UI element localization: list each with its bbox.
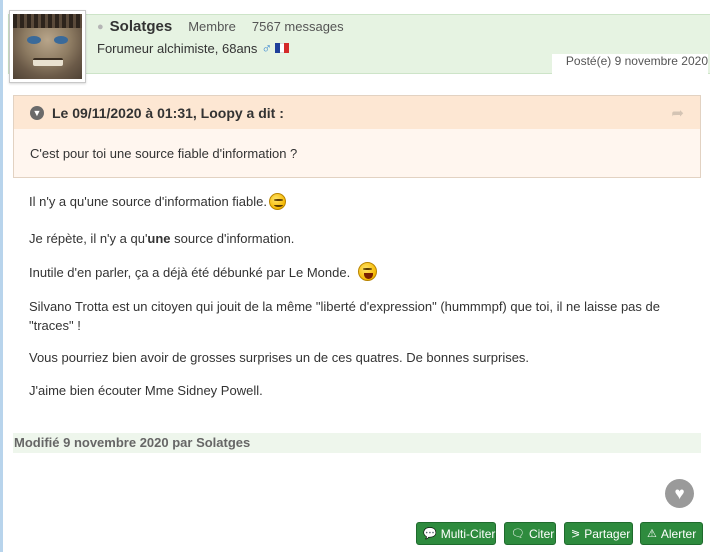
share-icon: ⪖ <box>571 528 581 540</box>
share-arrow-icon[interactable]: ➦ <box>671 104 684 122</box>
paragraph-4: Silvano Trotta est un citoyen qui jouit … <box>29 299 660 333</box>
report-label: Alerter <box>660 526 697 541</box>
report-button[interactable]: ⚠ Alerter <box>640 522 703 545</box>
avatar-eye-left <box>27 36 41 44</box>
user-subtitle: Forumeur alchimiste, 68ans <box>97 40 258 56</box>
chevron-down-icon[interactable]: ▼ <box>30 105 44 120</box>
avatar-hair <box>13 14 82 28</box>
paragraph-3-text: Inutile d'en parler, ça a déjà été débun… <box>29 265 351 280</box>
quote-header: ▼ Le 09/11/2020 à 01:31, Loopy a dit : ➦ <box>14 96 700 129</box>
post-actions: 💬 Multi-Citer 🗨 Citer ⪖ Partager ⚠ Alert… <box>0 522 710 546</box>
quote-text: C'est pour toi une source fiable d'infor… <box>30 146 298 161</box>
share-button[interactable]: ⪖ Partager <box>564 522 633 545</box>
paragraph-6: J'aime bien écouter Mme Sidney Powell. <box>29 383 263 398</box>
paragraph-1-text: Il n'y a qu'une source d'information fia… <box>29 194 267 209</box>
quote-label: Citer <box>528 526 555 541</box>
heart-icon[interactable]: ♥ <box>665 479 694 508</box>
user-subtitle-line: Forumeur alchimiste, 68ans ♂ <box>97 40 289 56</box>
laughing-emoji-icon <box>358 262 378 282</box>
paragraph-2-bold: une <box>147 231 171 246</box>
quote-title: Le 09/11/2020 à 01:31, Loopy a dit : <box>52 104 284 121</box>
quote-block: ▼ Le 09/11/2020 à 01:31, Loopy a dit : ➦… <box>13 95 701 178</box>
warning-icon: ⚠ <box>647 528 657 540</box>
share-label: Partager <box>584 526 631 541</box>
left-border-strip <box>0 0 3 552</box>
avatar-eye-right <box>54 36 68 44</box>
comment-icon: 🗨 <box>511 528 525 540</box>
comments-icon: 💬 <box>423 528 437 540</box>
multi-quote-label: Multi-Citer <box>440 526 496 541</box>
quote-button[interactable]: 🗨 Citer <box>504 522 556 545</box>
edited-note: Modifié 9 novembre 2020 par Solatges <box>13 433 701 453</box>
avatar-image <box>13 14 82 79</box>
smiley-emoji-icon <box>268 192 286 210</box>
user-info-line: ● Solatges Membre 7567 messages <box>97 18 344 35</box>
post-date[interactable]: Posté(e) 9 novembre 2020 <box>551 54 708 74</box>
paragraph-2: Je répète, il n'y a qu'une source d'info… <box>29 229 294 248</box>
username[interactable]: Solatges <box>110 18 173 35</box>
paragraph-3: Inutile d'en parler, ça a déjà été débun… <box>29 262 378 282</box>
user-rank: Membre <box>188 19 236 34</box>
paragraph-1: Il n'y a qu'une source d'information fia… <box>29 192 286 211</box>
message-count: 7567 messages <box>251 19 344 34</box>
male-icon: ♂ <box>261 40 272 56</box>
user-offline-icon: ● <box>97 20 104 33</box>
paragraph-2-text-start: Je répète, il n'y a qu' <box>29 231 148 246</box>
avatar[interactable] <box>9 10 86 83</box>
paragraph-2-text-end: source d'information. <box>170 231 295 246</box>
avatar-mouth <box>33 58 63 66</box>
france-flag-icon <box>274 43 289 53</box>
paragraph-5: Vous pourriez bien avoir de grosses surp… <box>29 350 530 365</box>
multi-quote-button[interactable]: 💬 Multi-Citer <box>416 522 496 545</box>
